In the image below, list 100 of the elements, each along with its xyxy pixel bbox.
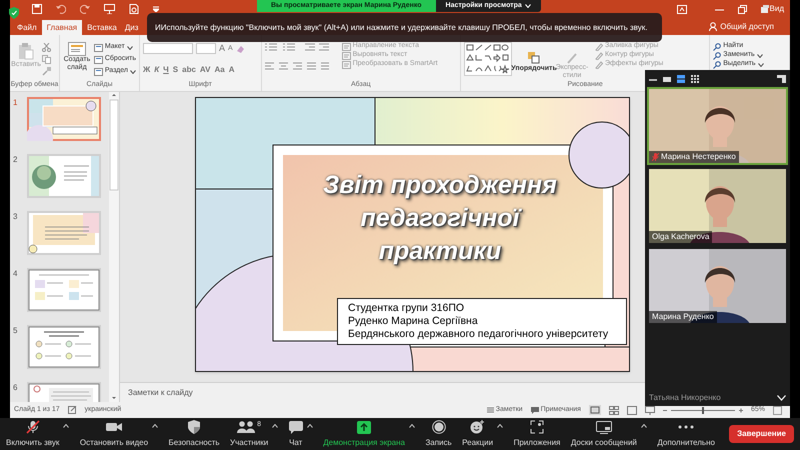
slide-thumbnail[interactable] bbox=[27, 268, 101, 312]
slide-thumbnail[interactable] bbox=[27, 211, 101, 255]
customize-icon[interactable] bbox=[153, 6, 159, 12]
ribbon-options-icon[interactable] bbox=[676, 4, 687, 14]
slide-thumbnail[interactable] bbox=[27, 97, 101, 141]
layout-icon bbox=[94, 56, 103, 64]
caret-icon[interactable] bbox=[152, 424, 158, 428]
format-button[interactable]: A bbox=[228, 64, 234, 76]
thumbnail-view-icon[interactable] bbox=[663, 74, 671, 82]
chat-icon bbox=[288, 420, 303, 434]
slide-number: 2 bbox=[13, 154, 18, 166]
slide-number: 6 bbox=[13, 382, 18, 394]
caret-icon[interactable] bbox=[306, 424, 313, 428]
caret-icon[interactable] bbox=[272, 424, 278, 428]
toolbar-button[interactable]: Включить звук bbox=[6, 420, 60, 448]
slide-number: 1 bbox=[13, 97, 18, 109]
alignment-icons[interactable] bbox=[264, 62, 329, 71]
presentation-icon[interactable] bbox=[104, 4, 115, 14]
caret-icon[interactable] bbox=[130, 70, 136, 74]
slide-number: 5 bbox=[13, 325, 18, 337]
apps-icon bbox=[530, 420, 544, 434]
toolbar-button[interactable]: Остановить видео bbox=[80, 420, 148, 448]
record-icon bbox=[432, 420, 446, 434]
caret-icon[interactable] bbox=[758, 62, 764, 66]
clipboard-icon bbox=[18, 42, 34, 60]
camera-icon bbox=[106, 421, 122, 433]
subtitle-line: Студентка групи 316ПО bbox=[348, 302, 466, 315]
subtitle-line: Бердянського державного педагогічного університету bbox=[348, 328, 610, 341]
save-icon[interactable] bbox=[32, 4, 42, 14]
toolbar-button[interactable]: Приложения bbox=[514, 420, 560, 448]
tooltip: ИИспользуйте функцию "Включить мой звук" (Alt+A) или нажмите и удерживайте клавишу ПРОБЕЛ, чтобы временно включить звук. bbox=[147, 13, 662, 42]
shapes-gallery[interactable] bbox=[464, 42, 512, 76]
layout-icon bbox=[94, 68, 103, 76]
format-button[interactable]: S bbox=[172, 64, 178, 76]
participant-name: Olga Kacherova bbox=[652, 231, 710, 243]
ribbon-tab[interactable]: Вставка bbox=[84, 20, 120, 35]
format-button[interactable]: Ж bbox=[143, 64, 150, 76]
chevron-down-icon[interactable] bbox=[777, 395, 786, 401]
caret-icon[interactable] bbox=[497, 424, 504, 428]
ribbon-tab[interactable]: Главная bbox=[42, 20, 82, 35]
slide-thumbnail[interactable] bbox=[27, 325, 101, 369]
format-button[interactable]: Ч bbox=[163, 64, 169, 76]
participant-name: Марина Нестеренко bbox=[661, 151, 736, 163]
toolbar-button[interactable]: Реакции bbox=[462, 420, 494, 448]
people-icon bbox=[237, 421, 256, 433]
list-icons[interactable] bbox=[264, 43, 329, 52]
caret-icon[interactable] bbox=[126, 46, 133, 50]
notes-icon bbox=[486, 407, 494, 413]
toolbar-button[interactable]: Демонстрация экрана bbox=[323, 420, 405, 448]
font-size-button[interactable]: A bbox=[219, 42, 226, 56]
person-icon bbox=[709, 22, 718, 31]
format-button[interactable]: AV bbox=[200, 64, 210, 76]
monitor-icon bbox=[596, 420, 612, 434]
restore-icon[interactable] bbox=[738, 4, 747, 14]
sorter-view-icon[interactable] bbox=[608, 406, 619, 414]
caret-icon[interactable] bbox=[408, 424, 415, 428]
slideshow-icon[interactable] bbox=[644, 406, 655, 414]
zoom-slider[interactable] bbox=[662, 406, 743, 414]
shield-icon bbox=[188, 420, 200, 434]
caret-icon[interactable] bbox=[756, 54, 763, 58]
arrange-icon bbox=[528, 52, 540, 64]
scissors-icon[interactable] bbox=[42, 43, 51, 52]
caret-icon[interactable] bbox=[640, 424, 647, 428]
slide-title: Звіт проходження педагогічної практики bbox=[322, 170, 558, 267]
format-button[interactable]: Aa bbox=[214, 64, 225, 76]
end-meeting-button[interactable]: Завершение bbox=[729, 425, 794, 443]
ribbon-tab[interactable]: Диз bbox=[122, 20, 142, 35]
ribbon-tab[interactable]: Файл bbox=[14, 20, 40, 35]
windows-icon[interactable] bbox=[760, 5, 769, 13]
participant-name: Марина Руденко bbox=[652, 311, 714, 323]
gallery-view-icon[interactable] bbox=[691, 74, 699, 82]
slide-icon bbox=[68, 42, 86, 56]
shield-icon bbox=[9, 7, 19, 19]
speaker-view-icon[interactable] bbox=[677, 74, 685, 82]
toolbar-button[interactable]: Доски сообщений bbox=[570, 420, 637, 448]
subtitle-line: Руденко Марина Сергіївна bbox=[348, 315, 479, 328]
font-name-field[interactable] bbox=[143, 43, 193, 54]
caret-icon[interactable] bbox=[63, 424, 70, 428]
slide-thumbnail[interactable] bbox=[27, 154, 101, 198]
undo-icon[interactable] bbox=[56, 4, 66, 14]
normal-view-icon[interactable] bbox=[588, 405, 601, 415]
spellcheck-icon[interactable] bbox=[68, 406, 77, 414]
more-icon bbox=[678, 425, 694, 429]
format-button[interactable]: abc bbox=[182, 64, 196, 76]
toolbar-button[interactable]: Дополнительно bbox=[657, 420, 715, 448]
toolbar-button[interactable]: Запись bbox=[425, 420, 452, 448]
view-label[interactable]: Вид bbox=[770, 3, 784, 15]
toolbar-button[interactable]: Безопасность bbox=[168, 420, 220, 448]
preview-icon[interactable] bbox=[129, 4, 139, 14]
redo-icon[interactable] bbox=[80, 4, 90, 14]
scrollbar[interactable] bbox=[109, 92, 119, 402]
format-button[interactable]: К bbox=[154, 64, 160, 76]
toolbar-button[interactable]: Чат bbox=[288, 420, 303, 448]
fit-icon[interactable] bbox=[773, 406, 782, 414]
participant-name: Татьяна Никоренко bbox=[649, 392, 721, 404]
share-button[interactable]: Общий доступ bbox=[703, 19, 780, 34]
smiley-icon bbox=[470, 420, 486, 434]
notes-field[interactable]: Заметки к слайду bbox=[128, 386, 193, 398]
font-size-field[interactable] bbox=[196, 43, 216, 54]
reading-view-icon[interactable] bbox=[626, 406, 637, 414]
